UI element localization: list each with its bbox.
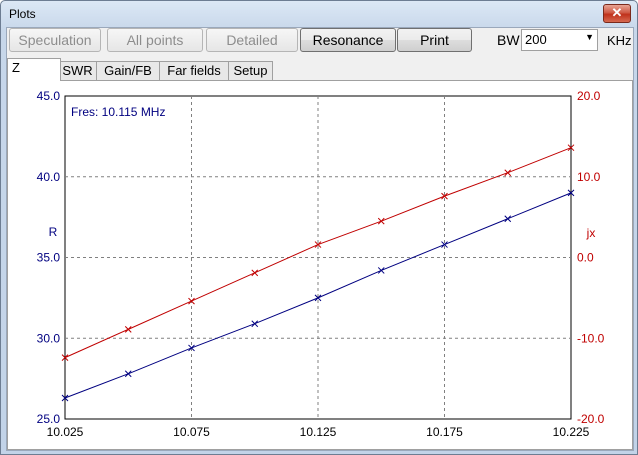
bw-label: BW: [497, 32, 520, 48]
data-point-r: [124, 370, 132, 378]
bw-unit-label: KHz: [607, 33, 632, 48]
data-point-jx: [188, 297, 195, 305]
tab-gain-fb[interactable]: Gain/FB: [96, 61, 160, 80]
right-y-tick-label: -20.0: [577, 412, 605, 426]
left-y-tick-label: 40.0: [37, 170, 61, 184]
impedance-chart: 10.025 10.075 10.125 10.175 10.225 25.0 30.0 35…: [37, 89, 605, 439]
right-y-tick-label: 20.0: [577, 89, 601, 103]
data-point-jx: [504, 169, 512, 177]
data-point-jx: [377, 217, 385, 225]
resonance-button[interactable]: Resonance: [300, 28, 396, 52]
x-tick-label: 10.225: [553, 425, 590, 439]
right-y-tick-label: 10.0: [577, 170, 601, 184]
chevron-down-icon[interactable]: ▼: [585, 32, 594, 42]
print-button[interactable]: Print: [397, 28, 472, 52]
z-plot-panel: 10.025 10.075 10.125 10.175 10.225 25.0 30.0 35…: [7, 80, 633, 450]
title-bar[interactable]: Plots ✕: [1, 1, 637, 27]
data-point-jx: [251, 269, 259, 277]
right-y-tick-label: 0.0: [577, 251, 594, 265]
close-button[interactable]: ✕: [603, 4, 631, 23]
client-area: Speculation All points Detailed Resonanc…: [6, 27, 634, 451]
right-y-tick-label: -10.0: [577, 331, 605, 345]
tab-far-fields[interactable]: Far fields: [159, 61, 229, 80]
speculation-button[interactable]: Speculation: [9, 28, 101, 52]
data-point-r: [377, 267, 385, 274]
all-points-button[interactable]: All points: [107, 28, 203, 52]
window-title: Plots: [9, 7, 36, 21]
bw-value: 200: [525, 32, 547, 47]
data-point-r: [504, 215, 512, 223]
resonance-annotation: Fres: 10.115 MHz: [71, 105, 165, 119]
data-point-r: [251, 320, 259, 328]
tab-setup[interactable]: Setup: [228, 61, 273, 80]
x-tick-label: 10.025: [47, 425, 84, 439]
x-tick-label: 10.075: [173, 425, 210, 439]
data-point-jx: [124, 326, 132, 333]
x-tick-label: 10.175: [426, 425, 463, 439]
plots-window: Plots ✕ Speculation All points Detailed …: [0, 0, 638, 455]
left-y-tick-label: 35.0: [37, 251, 61, 265]
detailed-button[interactable]: Detailed: [206, 28, 298, 52]
x-tick-label: 10.125: [300, 425, 337, 439]
right-y-axis-label: jx: [586, 226, 596, 240]
bw-select[interactable]: 200 ▼: [521, 29, 598, 51]
left-y-axis-label: R: [49, 225, 58, 239]
left-y-tick-label: 25.0: [37, 412, 61, 426]
left-y-tick-label: 45.0: [37, 89, 61, 103]
tab-z[interactable]: Z: [7, 58, 61, 81]
left-y-tick-label: 30.0: [37, 331, 61, 345]
close-icon: ✕: [611, 5, 623, 20]
tab-swr[interactable]: SWR: [58, 61, 97, 80]
